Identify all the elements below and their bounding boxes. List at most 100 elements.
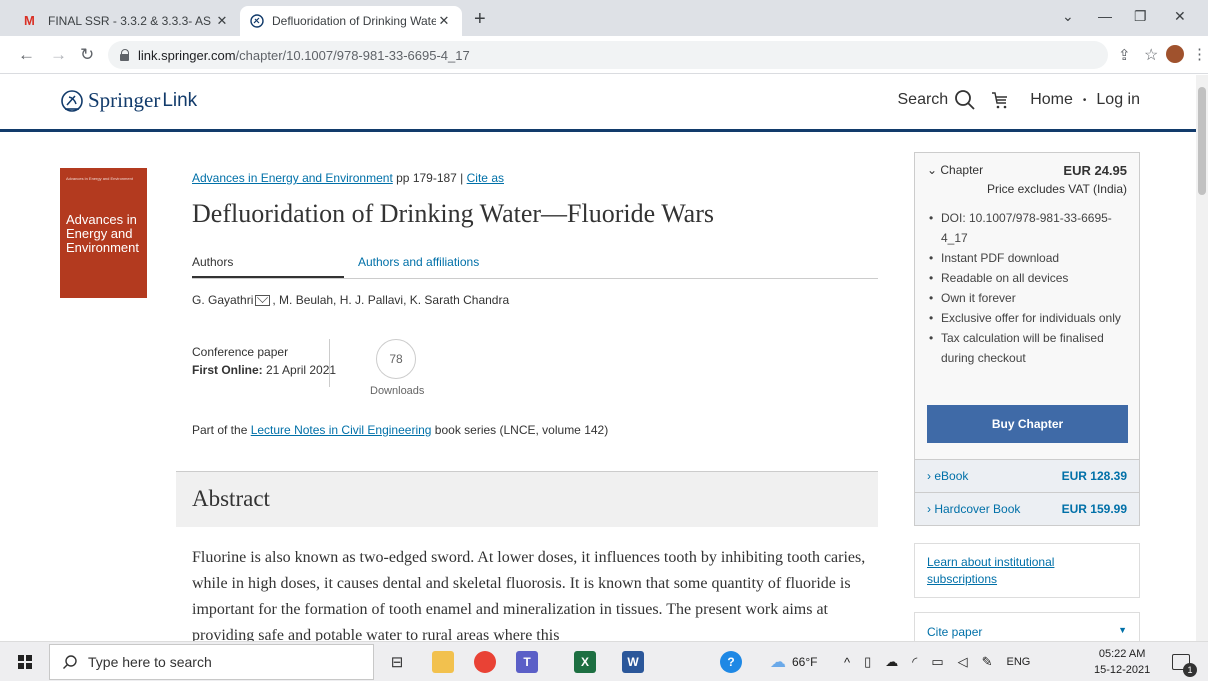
login-link[interactable]: Log in xyxy=(1096,91,1140,109)
caret-down-icon: ▼ xyxy=(1118,625,1127,635)
lock-icon xyxy=(120,49,130,61)
minimize-button[interactable]: — xyxy=(1098,8,1112,24)
chapter-meta: Advances in Energy and Environment pp 17… xyxy=(192,171,878,307)
list-item: Own it forever xyxy=(929,288,1127,308)
system-tray: ^ ▯ ☁ ◜ ▭ ◁ ✎ ENG xyxy=(844,642,1030,682)
buy-chapter-button[interactable]: Buy Chapter xyxy=(927,405,1128,443)
forward-icon[interactable]: → xyxy=(50,45,67,65)
close-tab-icon[interactable]: ✕ xyxy=(436,13,452,29)
institutional-link[interactable]: Learn about institutional subscriptions xyxy=(927,555,1054,586)
close-tab-icon[interactable]: ✕ xyxy=(214,13,230,29)
battery-icon[interactable]: ▭ xyxy=(931,654,943,670)
part-of-prefix: Part of the xyxy=(192,423,251,437)
restore-button[interactable]: ❐ xyxy=(1134,8,1147,25)
tab-authors[interactable]: Authors xyxy=(192,251,344,278)
windows-start-icon[interactable] xyxy=(18,655,32,669)
taskbar-search-placeholder: Type here to search xyxy=(88,654,212,670)
notification-icon[interactable]: 1 xyxy=(1172,642,1197,682)
search-icon xyxy=(63,655,77,669)
cite-as-link[interactable]: Cite as xyxy=(467,171,504,185)
email-icon[interactable] xyxy=(255,294,271,306)
wifi-icon[interactable]: ◜ xyxy=(912,654,917,670)
list-item: Readable on all devices xyxy=(929,268,1127,288)
author-names-rest[interactable]: , M. Beulah, H. J. Pallavi, K. Sarath Ch… xyxy=(272,293,509,307)
weather-temp: 66°F xyxy=(792,655,818,669)
new-tab-button[interactable]: + xyxy=(474,9,486,29)
help-icon[interactable]: ? xyxy=(720,651,742,673)
language-indicator[interactable]: ENG xyxy=(1007,656,1031,668)
chrome-icon[interactable] xyxy=(474,651,496,673)
author-name[interactable]: G. Gayathri xyxy=(192,293,253,307)
reload-icon[interactable]: ↻ xyxy=(80,45,94,65)
cite-paper-label: Cite paper xyxy=(927,625,983,639)
search-link[interactable]: Search xyxy=(898,91,949,109)
excel-icon[interactable]: X xyxy=(574,651,596,673)
onedrive-icon[interactable]: ☁ xyxy=(885,654,898,670)
ebook-price: EUR 128.39 xyxy=(1061,469,1127,483)
volume-icon[interactable]: ◁ xyxy=(958,654,968,670)
search-icon[interactable] xyxy=(954,89,976,111)
logo-link-text: Link xyxy=(162,89,198,111)
clock[interactable]: 05:22 AM 15-12-2021 xyxy=(1094,646,1150,678)
meet-icon[interactable]: ▯ xyxy=(864,654,871,670)
scrollbar[interactable] xyxy=(1196,75,1208,641)
address-bar: ← → ↻ link.springer.com/chapter/10.1007/… xyxy=(0,36,1208,74)
book-link[interactable]: Advances in Energy and Environment xyxy=(192,171,393,185)
tab-search-icon[interactable]: ⌄ xyxy=(1062,8,1074,25)
ebook-option[interactable]: › eBook EUR 128.39 xyxy=(915,459,1139,492)
cart-icon[interactable] xyxy=(990,90,1010,110)
word-icon[interactable]: W xyxy=(622,651,644,673)
tab-gmail[interactable]: M FINAL SSR - 3.3.2 & 3.3.3- AS ON ✕ xyxy=(14,6,240,36)
paper-type: Conference paper xyxy=(192,345,289,359)
task-view-icon[interactable]: ⊟ xyxy=(386,651,408,673)
springerlink-logo[interactable]: Springer Link xyxy=(60,88,197,113)
bookmark-star-icon[interactable]: ☆ xyxy=(1144,45,1158,65)
menu-icon[interactable]: ⋮ xyxy=(1192,45,1207,63)
cover-title: Advances in Energy and Environment xyxy=(66,212,139,255)
first-online-date: 21 April 2021 xyxy=(262,363,337,377)
series-link[interactable]: Lecture Notes in Civil Engineering xyxy=(251,423,432,437)
pen-icon[interactable]: ✎ xyxy=(982,654,993,670)
list-item: Instant PDF download xyxy=(929,248,1127,268)
cloud-icon: ☁ xyxy=(770,654,786,671)
url-host: link.springer.com xyxy=(138,47,236,63)
nav-separator: • xyxy=(1082,94,1087,106)
benefits-list: DOI: 10.1007/978-981-33-6695-4_17 Instan… xyxy=(927,208,1127,368)
web-page: Springer Link Search Home • Log in Advan… xyxy=(0,75,1196,641)
taskbar: Type here to search ⊟ T X W ? ☁ 66°F ^ ▯… xyxy=(0,641,1208,681)
chapter-price: EUR 24.95 xyxy=(1063,163,1127,178)
buy-box: ⌄ Chapter EUR 24.95 Price excludes VAT (… xyxy=(914,152,1140,526)
author-tabs: Authors Authors and affiliations xyxy=(192,251,878,279)
home-link[interactable]: Home xyxy=(1030,91,1073,109)
weather-widget[interactable]: ☁ 66°F xyxy=(770,642,817,682)
tab-springer[interactable]: Defluoridation of Drinking Wate ✕ xyxy=(240,6,462,36)
scrollbar-thumb[interactable] xyxy=(1198,87,1206,195)
chapter-title: Defluoridation of Drinking Water—Fluorid… xyxy=(192,199,714,228)
tab-affiliations[interactable]: Authors and affiliations xyxy=(358,251,479,278)
springer-favicon-icon xyxy=(250,14,264,28)
page-range: pp 179-187 | xyxy=(392,171,467,185)
hardcover-option[interactable]: › Hardcover Book EUR 159.99 xyxy=(915,492,1139,525)
chevron-up-icon[interactable]: ^ xyxy=(844,655,850,670)
springer-horse-icon xyxy=(61,89,83,112)
close-window-button[interactable]: ✕ xyxy=(1174,8,1186,25)
profile-avatar[interactable] xyxy=(1166,45,1184,63)
teams-icon[interactable]: T xyxy=(516,651,538,673)
share-icon[interactable]: ⇪ xyxy=(1118,46,1131,64)
back-icon[interactable]: ← xyxy=(18,45,35,65)
chevron-right-icon: › xyxy=(927,502,931,516)
file-explorer-icon[interactable] xyxy=(432,651,454,673)
list-item: Tax calculation will be finalised during… xyxy=(929,328,1127,368)
cover-small-text: Advances in Energy and Environment xyxy=(66,176,133,181)
abstract-heading: Abstract xyxy=(176,471,878,527)
tab-title: Defluoridation of Drinking Wate xyxy=(272,14,436,28)
list-item: DOI: 10.1007/978-981-33-6695-4_17 xyxy=(929,208,1127,248)
cite-paper-toggle[interactable]: Cite paper ▼ xyxy=(914,612,1140,641)
url-field[interactable]: link.springer.com/chapter/10.1007/978-98… xyxy=(108,41,1108,69)
chapter-option-toggle[interactable]: ⌄ Chapter xyxy=(927,163,983,178)
taskbar-search[interactable]: Type here to search xyxy=(49,644,374,680)
abstract-text: Fluorine is also known as two-edged swor… xyxy=(192,549,866,641)
vat-note: Price excludes VAT (India) xyxy=(986,182,1127,196)
book-cover[interactable]: Advances in Energy and Environment Advan… xyxy=(60,168,147,298)
paper-type-block: Conference paper First Online: 21 April … xyxy=(192,343,342,379)
